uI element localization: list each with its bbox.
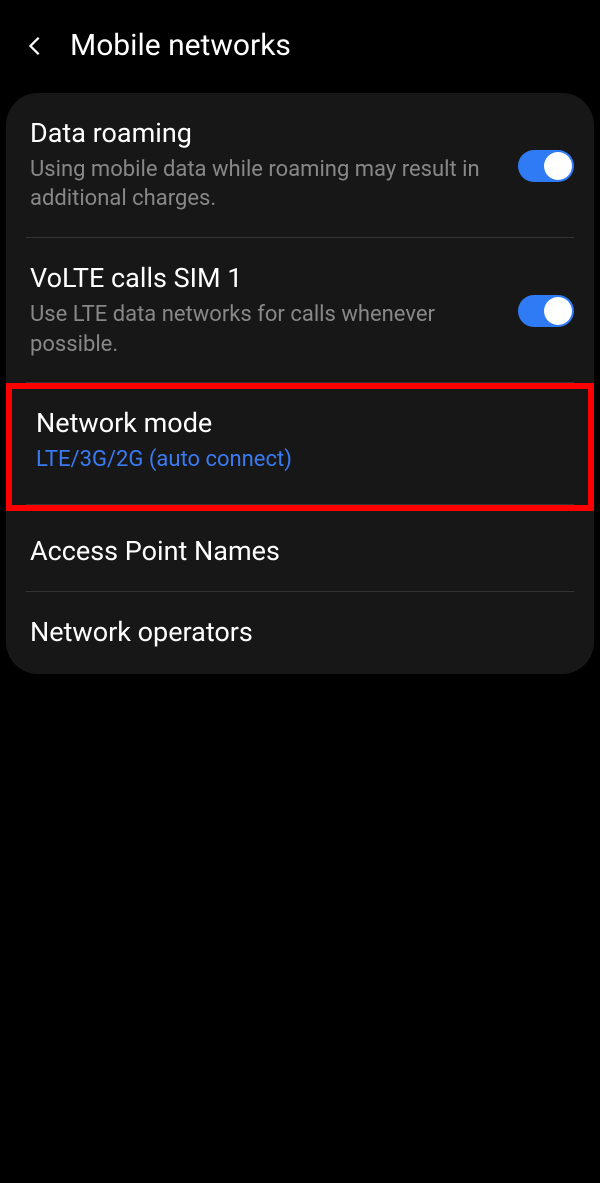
setting-data-roaming[interactable]: Data roaming Using mobile data while roa… <box>6 93 594 238</box>
volte-title: VoLTE calls SIM 1 <box>30 262 504 296</box>
page-title: Mobile networks <box>70 28 291 63</box>
operators-title: Network operators <box>30 616 574 650</box>
data-roaming-description: Using mobile data while roaming may resu… <box>30 155 504 214</box>
network-mode-title: Network mode <box>36 407 568 441</box>
setting-apn[interactable]: Access Point Names <box>6 511 594 593</box>
toggle-thumb <box>544 152 572 180</box>
volte-toggle[interactable] <box>518 295 574 327</box>
setting-network-mode[interactable]: Network mode LTE/3G/2G (auto connect) <box>6 383 594 510</box>
setting-text: Access Point Names <box>30 535 574 569</box>
setting-volte[interactable]: VoLTE calls SIM 1 Use LTE data networks … <box>6 238 594 383</box>
toggle-thumb <box>544 297 572 325</box>
apn-title: Access Point Names <box>30 535 574 569</box>
back-icon[interactable] <box>24 35 46 57</box>
settings-panel: Data roaming Using mobile data while roa… <box>6 93 594 674</box>
network-mode-value: LTE/3G/2G (auto connect) <box>36 445 568 475</box>
header: Mobile networks <box>0 0 600 85</box>
data-roaming-toggle[interactable] <box>518 150 574 182</box>
setting-text: Network operators <box>30 616 574 650</box>
data-roaming-title: Data roaming <box>30 117 504 151</box>
setting-text: VoLTE calls SIM 1 Use LTE data networks … <box>30 262 504 359</box>
volte-description: Use LTE data networks for calls whenever… <box>30 300 504 359</box>
setting-text: Data roaming Using mobile data while roa… <box>30 117 504 214</box>
setting-text: Network mode LTE/3G/2G (auto connect) <box>36 407 568 474</box>
setting-network-operators[interactable]: Network operators <box>6 592 594 674</box>
